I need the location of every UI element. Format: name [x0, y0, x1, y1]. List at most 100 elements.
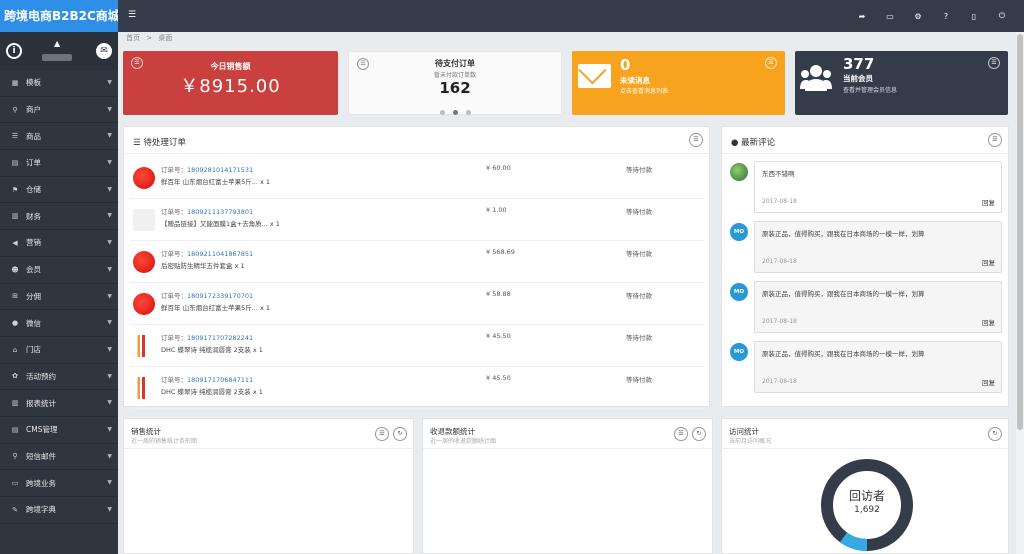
sidebar-item[interactable]: ⚲ 商户 ▼: [0, 97, 118, 124]
comment-item: MO 原装正品，值得购买，跟我在日本商场的一模一样，划算 2017-08-18 回复: [730, 341, 1002, 393]
pending-orders-card[interactable]: ☰ 待支付订单 暂未付款订单数 162: [348, 51, 562, 115]
reply-link[interactable]: 回复: [982, 197, 995, 207]
order-price: ¥ 45.50: [486, 332, 511, 340]
sidebar-item[interactable]: ⚑ 仓储 ▼: [0, 177, 118, 204]
page-scrollbar-thumb[interactable]: [1017, 34, 1023, 430]
pending-subtitle: 暂未付款订单数: [433, 72, 476, 79]
power-icon[interactable]: ⏻: [988, 11, 1016, 21]
help-icon[interactable]: ?: [932, 12, 960, 21]
order-number-value[interactable]: 1809281014171531: [187, 166, 253, 174]
list-icon[interactable]: ☰: [988, 133, 1002, 147]
order-number[interactable]: 订单号：1809211041867851: [161, 248, 253, 258]
order-number[interactable]: 订单号：1809211137793801: [161, 206, 253, 216]
comments-title: 最新评论: [741, 138, 776, 148]
sidebar-item[interactable]: ⌂ 门店 ▼: [0, 337, 118, 364]
product-thumbnail[interactable]: [133, 251, 155, 273]
comment-text: 东西不错啊: [762, 170, 795, 178]
order-row[interactable]: 订单号：1809171706847111 DHC 蝶翠诗 纯榄润唇膏 2支装 x …: [130, 367, 704, 409]
list-icon[interactable]: ☰: [765, 57, 777, 69]
sidebar-item[interactable]: ☰ 商品 ▼: [0, 123, 118, 151]
sidebar-item[interactable]: ⚲ 短信邮件 ▼: [0, 444, 118, 471]
members-card[interactable]: 377 当前会员 查看并管理会员信息 ☰: [795, 51, 1008, 115]
order-number[interactable]: 订单号：1809172339170701: [161, 290, 253, 300]
order-number[interactable]: 订单号：1809281014171531: [161, 164, 253, 174]
user-icon: ▲: [54, 39, 61, 48]
order-number-value[interactable]: 1809171707282241: [187, 334, 253, 342]
reply-link[interactable]: 回复: [982, 317, 995, 327]
panel-header: ☰ 待处理订单 ☰: [124, 127, 709, 154]
gear-icon[interactable]: ⚙: [904, 12, 932, 21]
sidebar-item[interactable]: ⊞ 分佣 ▼: [0, 284, 118, 311]
sidebar-item-label: 分佣: [26, 291, 41, 301]
chevron-down-icon: ▼: [107, 159, 112, 167]
members-subtitle: 查看并管理会员信息: [843, 87, 898, 94]
sidebar-item-icon: ▤: [11, 425, 19, 434]
carousel-dot[interactable]: [439, 110, 445, 115]
sidebar-item-label: 营销: [26, 238, 41, 248]
chevron-down-icon: ▼: [107, 185, 112, 193]
list-icon[interactable]: ☰: [375, 427, 389, 441]
monitor-icon[interactable]: ▭: [876, 12, 904, 21]
visits-stats-subtitle: 当前月访问概况: [729, 438, 772, 445]
carousel-dot[interactable]: [465, 110, 471, 115]
order-number-value[interactable]: 1809171706847111: [187, 376, 253, 384]
order-row[interactable]: 订单号：1809171707282241 DHC 蝶翠诗 纯榄润唇膏 2支装 x …: [130, 325, 704, 367]
product-thumbnail[interactable]: [133, 335, 155, 357]
carousel-dot-active[interactable]: [452, 110, 458, 115]
order-number-value[interactable]: 1809211137793801: [187, 208, 253, 216]
breadcrumb-home[interactable]: 首页: [126, 34, 140, 42]
sidebar-item[interactable]: ☻ 会员 ▼: [0, 257, 118, 284]
product-thumbnail[interactable]: [133, 377, 155, 399]
sidebar-item[interactable]: ▦ 模板 ▼: [0, 70, 118, 97]
sidebar-item[interactable]: ✿ 活动预约 ▼: [0, 364, 118, 391]
share-icon[interactable]: ➦: [848, 12, 876, 21]
sidebar-item-icon: ⊞: [12, 292, 18, 301]
order-row[interactable]: 订单号：1809211041867851 后密贴防生精华五件套盒 x 1 ¥ 568…: [130, 241, 704, 283]
sidebar-item[interactable]: ▥ 报表统计 ▼: [0, 390, 118, 417]
list-icon[interactable]: ☰: [674, 427, 688, 441]
refresh-icon[interactable]: ↻: [988, 427, 1002, 441]
order-row[interactable]: 订单号：1809172339170701 鲜百年 山东烟台红富士苹果5斤... x…: [130, 283, 704, 325]
product-thumbnail[interactable]: [133, 293, 155, 315]
order-row[interactable]: 订单号：1809281014171531 鲜百年 山东烟台红富士苹果5斤... x…: [130, 157, 704, 199]
refresh-icon[interactable]: ↻: [393, 427, 407, 441]
brand-title[interactable]: 跨境电商B2B2C商城: [0, 0, 118, 32]
order-number[interactable]: 订单号：1809171706847111: [161, 374, 253, 384]
sidebar-item-icon: ▦: [11, 78, 19, 87]
comment-text: 原装正品，值得购买，跟我在日本商场的一模一样，划算: [762, 350, 925, 358]
product-thumbnail[interactable]: [133, 209, 155, 231]
order-number-label: 订单号：: [161, 334, 187, 342]
refresh-icon[interactable]: ↻: [692, 427, 706, 441]
refund-stats-panel: 收退款额统计 近一周的收退款额统计图 ☰ ↻: [422, 418, 713, 554]
orders-title: 待处理订单: [143, 138, 186, 148]
messages-card[interactable]: 0 未读消息 点击查看消息列表 ☰: [572, 51, 785, 115]
sidebar-item[interactable]: ▥ 财务 ▼: [0, 203, 118, 231]
order-price: ¥ 568.69: [486, 248, 515, 256]
sidebar-item[interactable]: ▤ CMS管理 ▼: [0, 417, 118, 444]
messages-title: 未读消息: [620, 76, 650, 85]
mail-icon[interactable]: ✉: [96, 43, 112, 59]
sales-card[interactable]: ☰ 今日销售额 ￥8915.00: [123, 51, 338, 115]
sidebar-item[interactable]: ◀ 营销 ▼: [0, 230, 118, 257]
list-icon: ☰: [133, 138, 144, 148]
sidebar-item[interactable]: ● 微信 ▼: [0, 310, 118, 337]
order-number[interactable]: 订单号：1809171707282241: [161, 332, 253, 342]
list-icon[interactable]: ☰: [988, 57, 1000, 69]
menu-toggle-icon[interactable]: ☰: [128, 10, 136, 20]
comment-box: 原装正品，值得购买，跟我在日本商场的一模一样，划算 2017-08-18 回复: [754, 281, 1002, 333]
comment-date: 2017-08-18: [762, 318, 797, 325]
refund-stats-subtitle: 近一周的收退款额统计图: [430, 438, 497, 445]
order-number-value[interactable]: 1809172339170701: [187, 292, 253, 300]
reply-link[interactable]: 回复: [982, 377, 995, 387]
order-number-value[interactable]: 1809211041867851: [187, 250, 253, 258]
sales-stats-panel: 销售统计 近一周的销售统计条形图 ☰ ↻: [123, 418, 414, 554]
product-thumbnail[interactable]: [133, 167, 155, 189]
reply-link[interactable]: 回复: [982, 257, 995, 267]
sidebar-item[interactable]: ▤ 订单 ▼: [0, 150, 118, 177]
list-icon[interactable]: ☰: [689, 133, 703, 147]
order-row[interactable]: 订单号：1809211137793801 【赠品链接】又能面膜1盒+去角质... …: [130, 199, 704, 241]
trash-icon[interactable]: ▯: [960, 12, 988, 21]
info-icon[interactable]: i: [6, 43, 22, 59]
sidebar-item[interactable]: ▭ 跨境业务 ▼: [0, 470, 118, 497]
sidebar-item[interactable]: ✎ 跨境字典 ▼: [0, 497, 118, 524]
